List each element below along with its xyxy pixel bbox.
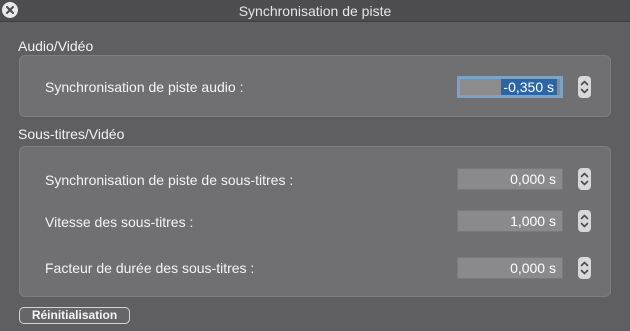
subtitle-duration-field[interactable]: 0,000 s — [457, 257, 563, 279]
subtitle-sync-field[interactable]: 0,000 s — [457, 168, 563, 190]
audio-sync-label: Synchronisation de piste audio : — [45, 79, 244, 95]
title-bar: Synchronisation de piste — [0, 0, 630, 22]
subtitle-sync-label: Synchronisation de piste de sous-titres … — [45, 172, 294, 188]
window-title: Synchronisation de piste — [238, 3, 392, 19]
stepper-arrows-icon — [580, 214, 589, 228]
stepper-arrows-icon — [580, 80, 589, 94]
subtitle-speed-stepper[interactable] — [578, 210, 591, 232]
stepper-arrows-icon — [580, 261, 589, 275]
subtitle-sync-stepper[interactable] — [578, 168, 591, 190]
audio-sync-stepper[interactable] — [578, 76, 591, 98]
subtitles-video-section-title: Sous-titres/Vidéo — [18, 126, 125, 142]
subtitle-duration-label: Facteur de durée des sous-titres : — [45, 260, 255, 276]
audio-sync-value: -0,350 s — [501, 79, 557, 95]
subtitle-speed-label: Vitesse des sous-titres : — [45, 214, 194, 230]
subtitle-duration-stepper[interactable] — [578, 257, 591, 279]
reset-button[interactable]: Réinitialisation — [19, 307, 130, 324]
audio-video-section-title: Audio/Vidéo — [18, 38, 94, 54]
stepper-arrows-icon — [580, 172, 589, 186]
audio-sync-field[interactable]: -0,350 s — [457, 76, 563, 98]
subtitle-speed-field[interactable]: 1,000 s — [457, 210, 563, 232]
